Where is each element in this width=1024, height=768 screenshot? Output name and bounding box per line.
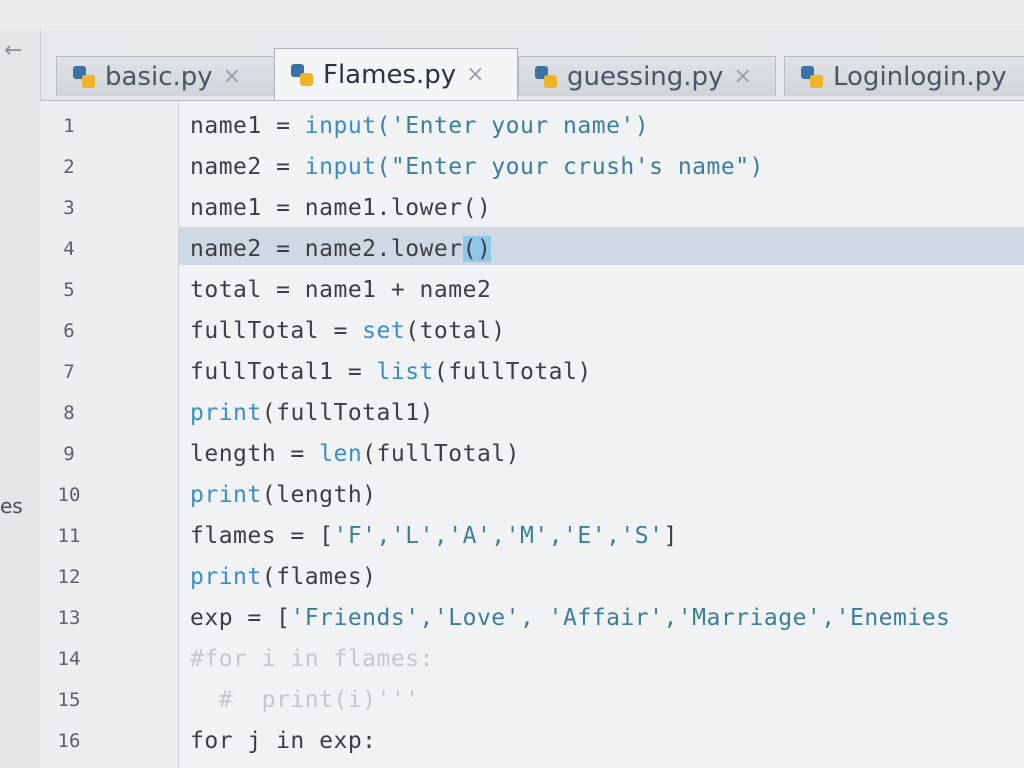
line-number: 15 xyxy=(57,689,81,711)
line-number: 6 xyxy=(63,320,75,342)
ide-window: ← es basic.py × Flames.py × guessing.py … xyxy=(0,0,1024,768)
tab-label: Loginlogin.py xyxy=(833,61,1007,92)
code-line-8: print(fullTotal1) xyxy=(190,400,434,426)
code-line-2: name2 = input("Enter your crush's name") xyxy=(190,154,764,180)
python-file-icon xyxy=(535,65,557,88)
code-line-5: total = name1 + name2 xyxy=(190,277,492,303)
back-arrow-icon[interactable]: ← xyxy=(4,38,22,63)
line-number: 9 xyxy=(63,443,75,465)
code-line-12: print(flames) xyxy=(190,564,377,590)
current-line-highlight xyxy=(40,227,1024,265)
code-line-11: flames = ['F','L','A','M','E','S'] xyxy=(190,523,678,549)
tab-basic-py[interactable]: basic.py × xyxy=(56,56,276,96)
code-line-4: name2 = name2.lower() xyxy=(190,236,492,262)
code-line-1: name1 = input('Enter your name') xyxy=(190,113,650,139)
line-number: 3 xyxy=(63,197,75,219)
code-line-9: length = len(fullTotal) xyxy=(190,441,520,467)
line-number: 13 xyxy=(57,607,81,629)
tab-flames-py[interactable]: Flames.py × xyxy=(274,48,518,100)
python-file-icon xyxy=(73,65,95,88)
project-panel-partial-label: es xyxy=(0,494,23,518)
line-number: 14 xyxy=(57,648,81,670)
close-tab-icon[interactable]: × xyxy=(223,64,241,89)
close-tab-icon[interactable]: × xyxy=(466,62,484,87)
code-line-7: fullTotal1 = list(fullTotal) xyxy=(190,359,592,385)
line-number: 5 xyxy=(63,279,75,301)
tab-label: Flames.py xyxy=(323,59,457,90)
window-top-strip xyxy=(0,0,1024,30)
editor-tab-bar: basic.py × Flames.py × guessing.py × Log… xyxy=(40,48,1024,100)
python-file-icon xyxy=(801,65,823,88)
line-number: 12 xyxy=(57,566,81,588)
tab-label: guessing.py xyxy=(567,61,724,92)
code-line-16: for j in exp: xyxy=(190,728,377,754)
close-tab-icon[interactable]: × xyxy=(733,64,751,89)
text-cursor-bracket-match: () xyxy=(462,236,492,262)
project-panel-edge xyxy=(0,30,41,768)
python-file-icon xyxy=(291,63,313,86)
tab-guessing-py[interactable]: guessing.py × xyxy=(518,56,776,96)
code-line-6: fullTotal = set(total) xyxy=(190,318,506,344)
line-number: 7 xyxy=(63,361,75,383)
code-line-3: name1 = name1.lower() xyxy=(190,195,492,221)
line-number: 16 xyxy=(57,730,81,752)
line-number: 11 xyxy=(57,525,81,547)
line-number: 2 xyxy=(63,156,75,178)
code-editor[interactable]: 1 2 3 4 5 6 7 8 9 10 11 12 13 14 15 16 n… xyxy=(40,100,1024,768)
line-number: 10 xyxy=(57,484,81,506)
code-line-13: exp = ['Friends','Love', 'Affair','Marri… xyxy=(190,605,951,631)
code-line-10: print(length) xyxy=(190,482,377,508)
line-number: 1 xyxy=(63,115,75,137)
code-line-14: #for i in flames: xyxy=(190,646,434,672)
line-number: 8 xyxy=(63,402,75,424)
line-number: 4 xyxy=(63,238,75,260)
tab-label: basic.py xyxy=(105,61,213,92)
code-line-15: # print(i)''' xyxy=(190,687,420,713)
tab-loginlogin-py[interactable]: Loginlogin.py xyxy=(784,56,1024,96)
